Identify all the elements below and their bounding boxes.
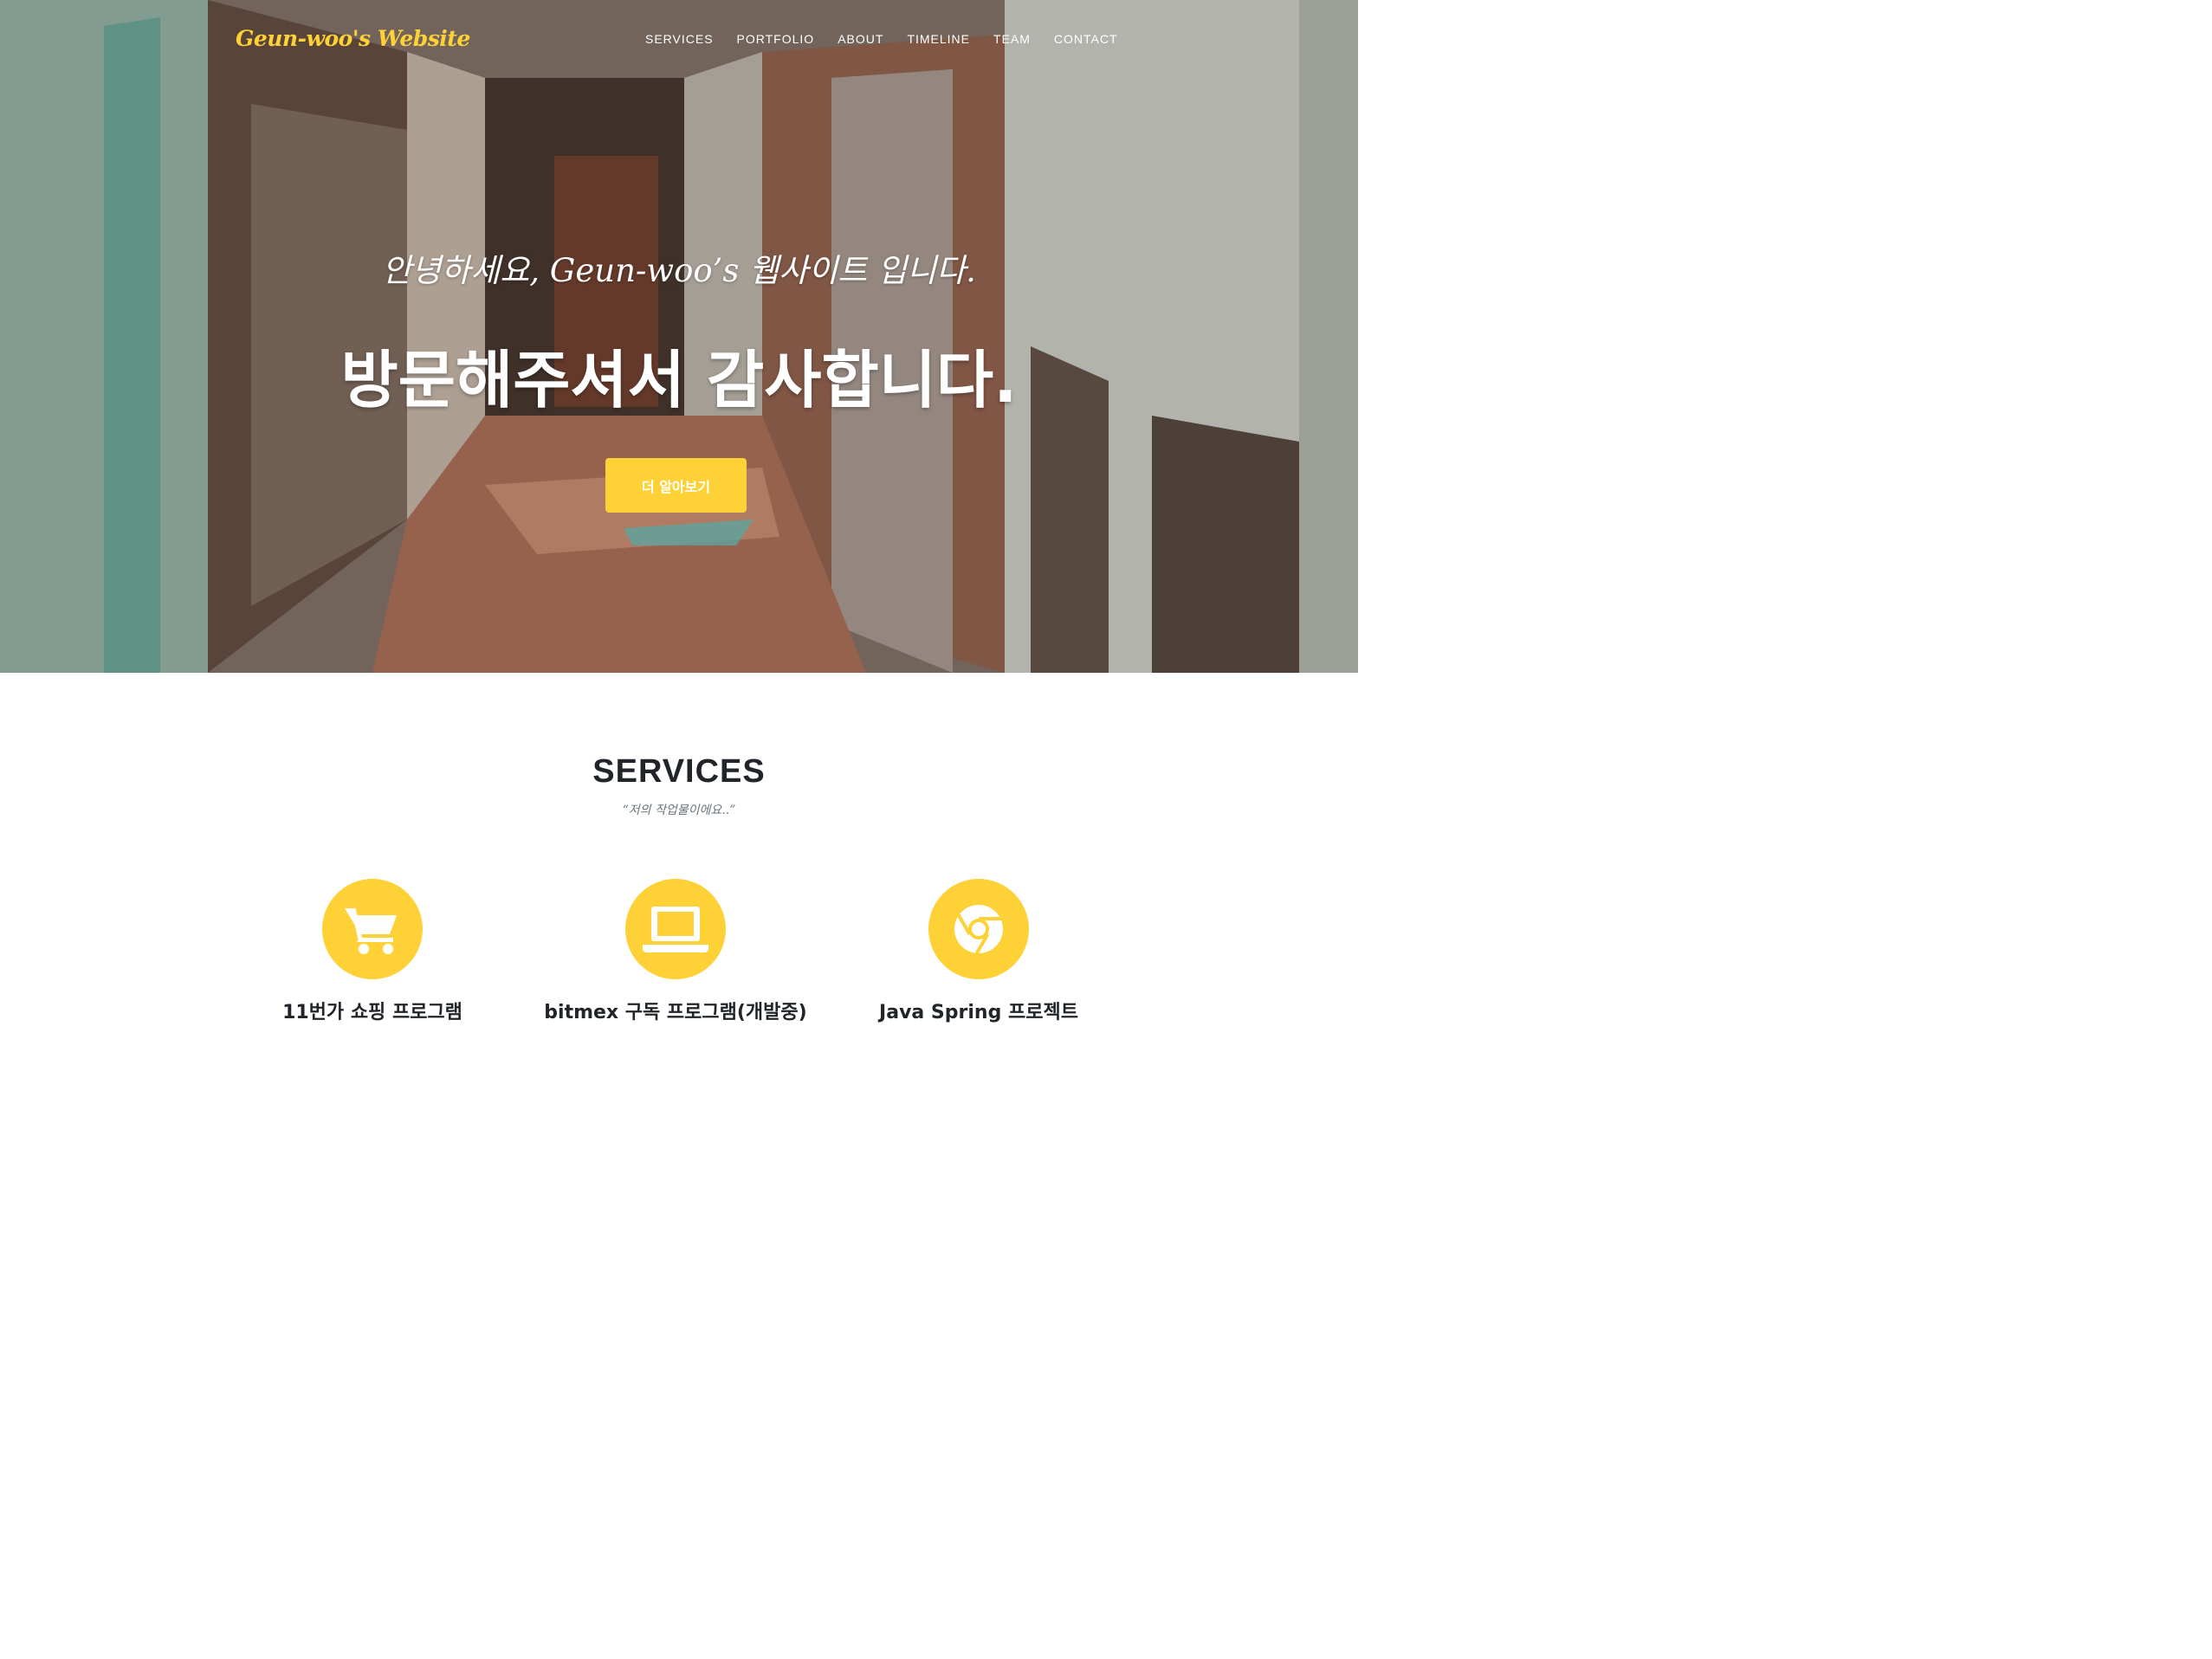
service-title: Java Spring 프로젝트 <box>879 1002 1078 1023</box>
service-item-bitmex: bitmex 구독 프로그램(개발중) <box>528 879 823 1024</box>
service-item-java-spring: Java Spring 프로젝트 <box>831 879 1126 1024</box>
nav-item-team[interactable]: TEAM <box>993 32 1031 46</box>
hero-section: Geun-woo's Website SERVICES PORTFOLIO AB… <box>0 0 1358 673</box>
service-title: 11번가 쇼핑 프로그램 <box>282 1002 462 1023</box>
nav-item-timeline[interactable]: TIMELINE <box>907 32 970 46</box>
learn-more-button[interactable]: 더 알아보기 <box>605 458 747 513</box>
shopping-cart-icon <box>322 879 423 979</box>
service-title: bitmex 구독 프로그램(개발중) <box>544 1002 807 1023</box>
brand-logo[interactable]: Geun-woo's Website <box>236 26 470 51</box>
hero-heading: 방문해주셔서 감사합니다. <box>340 344 1018 416</box>
services-subheading: “저의 작업물이에요..” <box>622 804 736 817</box>
nav-item-portfolio[interactable]: PORTFOLIO <box>737 32 815 46</box>
main-nav: SERVICES PORTFOLIO ABOUT TIMELINE TEAM C… <box>645 32 1118 46</box>
nav-item-about[interactable]: ABOUT <box>838 32 883 46</box>
services-heading: SERVICES <box>592 753 766 790</box>
chrome-icon <box>928 879 1029 979</box>
service-item-shopping: 11번가 쇼핑 프로그램 <box>225 879 520 1024</box>
laptop-icon <box>625 879 726 979</box>
nav-item-services[interactable]: SERVICES <box>645 32 714 46</box>
hero-subheading: 안녕하세요, Geun-woo’s 웹사이트 입니다. <box>382 252 976 289</box>
nav-item-contact[interactable]: CONTACT <box>1054 32 1118 46</box>
